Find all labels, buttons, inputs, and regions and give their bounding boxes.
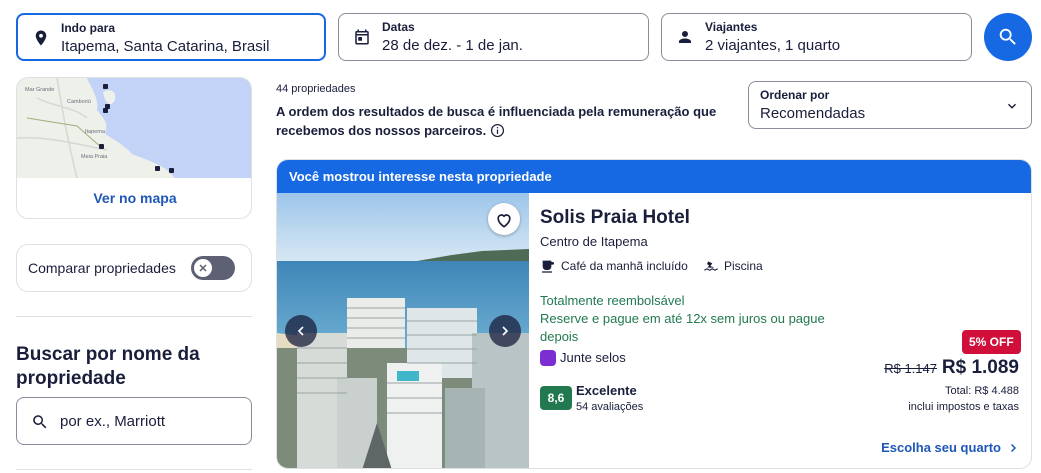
compare-properties-toggle[interactable] xyxy=(191,256,235,280)
taxes-note: inclui impostos e taxas xyxy=(908,401,1019,413)
property-card[interactable]: Você mostrou interesse nesta propriedade xyxy=(276,159,1032,469)
rating-label: Excelente xyxy=(576,383,637,398)
stamps-info: Junte selos xyxy=(540,350,626,366)
map-card[interactable]: Mar Grande Camboriú Itapema Meia Praia V… xyxy=(16,77,252,219)
amenity-breakfast: Café da manhã incluído xyxy=(540,258,688,274)
search-icon xyxy=(999,28,1016,45)
dates-label: Datas xyxy=(382,20,415,34)
amenity-pool-label: Piscina xyxy=(724,259,763,273)
sort-value: Recomendadas xyxy=(760,105,866,122)
choose-room-label: Escolha seu quarto xyxy=(881,440,1001,455)
stamps-label: Junte selos xyxy=(560,350,626,365)
original-price: R$ 1.147 xyxy=(884,361,937,376)
chevron-left-icon xyxy=(297,326,304,336)
favorite-button[interactable] xyxy=(488,203,520,235)
dates-value[interactable]: 28 de dez. - 1 de jan. xyxy=(382,37,523,54)
total-price: Total: R$ 4.488 xyxy=(945,385,1019,397)
info-icon[interactable] xyxy=(490,123,505,138)
property-name[interactable]: Solis Praia Hotel xyxy=(540,207,690,229)
heart-icon xyxy=(497,214,511,228)
discount-badge: 5% OFF xyxy=(962,330,1021,354)
ranking-notice: A ordem dos resultados de busca é influe… xyxy=(276,102,746,140)
sidebar-divider-bottom xyxy=(16,469,252,470)
property-location: Centro de Itapema xyxy=(540,234,648,249)
chevron-down-icon xyxy=(1007,103,1017,109)
pool-icon xyxy=(704,261,718,271)
chevron-right-icon xyxy=(502,326,509,336)
dates-field[interactable]: Datas 28 de dez. - 1 de jan. xyxy=(338,13,649,61)
map-thumbnail[interactable]: Mar Grande Camboriú Itapema Meia Praia xyxy=(17,78,251,178)
travelers-field[interactable]: Viajantes 2 viajantes, 1 quarto xyxy=(661,13,972,61)
property-name-search-title: Buscar por nome da propriedade xyxy=(16,344,200,389)
refundable-text: Totalmente reembolsável xyxy=(540,293,685,308)
amenity-breakfast-label: Café da manhã incluído xyxy=(561,259,688,273)
compare-properties-label: Comparar propriedades xyxy=(28,260,176,276)
destination-label: Indo para xyxy=(61,21,116,35)
sort-dropdown[interactable]: Ordenar por Recomendadas xyxy=(748,81,1032,129)
location-pin-icon xyxy=(35,30,47,46)
map-label-2: Camboriú xyxy=(67,99,91,105)
results-count: 44 propriedades xyxy=(276,83,356,95)
amenity-pool: Piscina xyxy=(703,258,763,274)
property-name-placeholder: por ex., Marriott xyxy=(60,413,166,430)
chevron-right-icon xyxy=(1010,443,1017,453)
compare-properties-card: Comparar propriedades xyxy=(16,244,252,292)
choose-room-link[interactable]: Escolha seu quarto xyxy=(881,440,1019,455)
interest-banner: Você mostrou interesse nesta propriedade xyxy=(277,160,1031,193)
toggle-knob xyxy=(194,259,212,277)
current-price: R$ 1.089 xyxy=(941,357,1019,378)
photo-next-button[interactable] xyxy=(489,315,521,347)
property-photo[interactable] xyxy=(277,193,529,468)
search-icon xyxy=(33,415,47,429)
installments-line-1: Reserve e pague em até 12x sem juros ou … xyxy=(540,311,825,326)
destination-value[interactable]: Itapema, Santa Catarina, Brasil xyxy=(61,38,269,55)
photo-prev-button[interactable] xyxy=(285,315,317,347)
calendar-icon xyxy=(355,29,369,45)
sort-label: Ordenar por xyxy=(760,88,830,102)
destination-field[interactable]: Indo para Itapema, Santa Catarina, Brasi… xyxy=(16,13,326,61)
close-icon xyxy=(199,264,207,272)
travelers-label: Viajantes xyxy=(705,20,758,34)
map-label-4: Meia Praia xyxy=(81,154,108,160)
rating-score-badge: 8,6 xyxy=(540,386,572,410)
view-on-map-link[interactable]: Ver no mapa xyxy=(17,190,251,206)
travelers-value[interactable]: 2 viajantes, 1 quarto xyxy=(705,37,840,54)
installments-line-2: depois xyxy=(540,329,579,344)
map-label-3: Itapema xyxy=(85,129,106,135)
interest-banner-text: Você mostrou interesse nesta propriedade xyxy=(289,169,552,184)
review-count: 54 avaliações xyxy=(576,401,644,413)
moon-icon xyxy=(540,350,556,366)
person-icon xyxy=(679,31,691,43)
search-button[interactable] xyxy=(984,13,1032,61)
map-illustration: Mar Grande Camboriú Itapema Meia Praia xyxy=(17,78,251,178)
property-name-search-input[interactable]: por ex., Marriott xyxy=(16,397,252,445)
coffee-icon xyxy=(542,260,554,273)
map-label-1: Mar Grande xyxy=(25,87,54,93)
sidebar-divider xyxy=(16,316,252,317)
